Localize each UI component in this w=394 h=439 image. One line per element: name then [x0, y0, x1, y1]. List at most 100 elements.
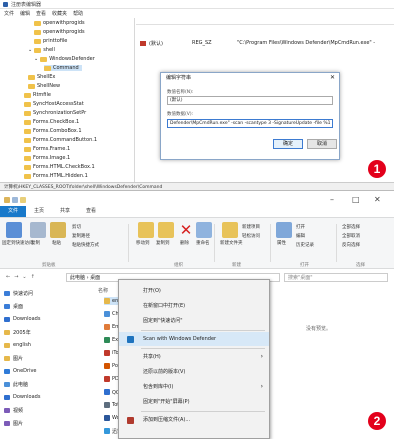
copy-path-label[interactable]: 复制路径: [72, 233, 90, 239]
nav-item[interactable]: 此电脑: [4, 380, 28, 388]
tree-item[interactable]: Forms.ComboBox.1: [24, 128, 82, 134]
tree-item[interactable]: ShellNew: [28, 83, 60, 89]
menu-edit[interactable]: 编辑: [20, 10, 30, 17]
nav-item[interactable]: Downloads: [4, 315, 40, 323]
edit-label[interactable]: 编辑: [296, 233, 305, 239]
nav-item[interactable]: 图片: [4, 419, 23, 427]
nav-item[interactable]: 图片: [4, 354, 23, 362]
tree-item[interactable]: Forms.CheckBox.1: [24, 119, 79, 125]
forward-arrow-icon[interactable]: →: [14, 274, 18, 280]
tab-home[interactable]: 主页: [26, 206, 52, 217]
tab-share[interactable]: 共享: [52, 206, 78, 217]
paste-shortcut-label[interactable]: 粘贴快捷方式: [72, 242, 99, 248]
invert-selection-label[interactable]: 反向选择: [342, 242, 360, 248]
minimize-button[interactable]: –: [330, 195, 334, 204]
context-menu-item-scan-defender[interactable]: Scan with Windows Defender: [119, 332, 269, 346]
tree-item[interactable]: Forms.CommandButton.1: [24, 137, 97, 143]
value-name-field[interactable]: (默认): [167, 96, 333, 105]
properties-icon[interactable]: [276, 222, 292, 238]
context-menu-item[interactable]: 共享(H) ›: [119, 350, 269, 364]
chevron-down-icon[interactable]: ⌄: [34, 56, 38, 62]
delete-icon[interactable]: ✕: [178, 222, 194, 238]
tree-item[interactable]: ⌄ shell: [28, 47, 55, 53]
tree-item[interactable]: ⌄ WindowsDefender: [34, 56, 95, 62]
context-menu-item[interactable]: 在新窗口中打开(E): [119, 299, 269, 313]
folder-icon: [24, 164, 31, 170]
context-menu-item[interactable]: 包含到库中(I) ›: [119, 380, 269, 394]
menu-help[interactable]: 帮助: [73, 10, 83, 17]
tree-item[interactable]: printtofile: [34, 38, 67, 44]
up-arrow-icon[interactable]: ↑: [31, 274, 35, 280]
copy-to-icon[interactable]: [158, 222, 174, 238]
nav-item[interactable]: 视频: [4, 406, 23, 414]
rename-icon[interactable]: [196, 222, 212, 238]
menu-view[interactable]: 查看: [36, 10, 46, 17]
tab-file[interactable]: 文件: [0, 206, 27, 217]
tree-item[interactable]: openwithprogids: [34, 20, 85, 26]
chevron-down-icon[interactable]: ⌄: [22, 274, 26, 280]
copy-icon[interactable]: [30, 222, 46, 238]
tree-item[interactable]: ShellEx: [28, 74, 55, 80]
tree-item[interactable]: SyncHostAccessStat: [24, 101, 84, 107]
history-label[interactable]: 历史记录: [296, 242, 314, 248]
nav-item-label: Downloads: [13, 394, 41, 400]
context-menu-item[interactable]: 还原以前的版本(V): [119, 365, 269, 379]
ok-button[interactable]: 确定: [273, 139, 303, 149]
value-data-field[interactable]: Defender\MpCmdRun.exe" -scan -scantype 3…: [167, 119, 333, 128]
tree-item[interactable]: Forms.Frame.1: [24, 146, 70, 152]
menu-favorites[interactable]: 收藏夹: [52, 10, 67, 17]
maximize-button[interactable]: □: [352, 195, 360, 204]
nav-item[interactable]: Downloads: [4, 393, 40, 401]
tree-item[interactable]: Rtmfile: [24, 92, 51, 98]
easy-access-label[interactable]: 轻松访问: [242, 233, 260, 239]
nav-item[interactable]: 快速访问: [4, 289, 33, 297]
registry-title: 注册表编辑器: [11, 1, 42, 8]
tree-item[interactable]: openwithprogids: [34, 29, 85, 35]
open-label[interactable]: 打开: [296, 224, 305, 230]
paste-icon[interactable]: [50, 222, 66, 238]
chevron-down-icon[interactable]: ⌄: [28, 47, 32, 53]
tree-item-selected[interactable]: Command: [44, 65, 82, 71]
tree-item[interactable]: Forms.HTML.CheckBox.1: [24, 164, 95, 170]
value-row[interactable]: (默认) REG_SZ "C:\Program Files\Windows De…: [140, 40, 375, 47]
context-menu-item[interactable]: 打开(O): [119, 284, 269, 298]
pin-icon[interactable]: [6, 222, 22, 238]
select-none-label[interactable]: 全部取消: [342, 233, 360, 239]
cancel-button[interactable]: 取消: [307, 139, 337, 149]
new-item-label[interactable]: 新建项目: [242, 224, 260, 230]
folder-icon: [24, 110, 31, 116]
quick-access-toolbar-icon[interactable]: [12, 196, 18, 203]
close-icon[interactable]: ✕: [330, 74, 335, 81]
file-icon: [104, 350, 110, 356]
nav-item[interactable]: OneDrive: [4, 367, 37, 375]
menu-separator: [141, 348, 265, 349]
move-to-icon[interactable]: [138, 222, 154, 238]
tree-item[interactable]: SynchronizationSetPr: [24, 110, 86, 116]
nav-item-label: 此电脑: [13, 381, 29, 388]
copy-button-label: 复制: [31, 241, 40, 246]
context-menu-item[interactable]: 固定到"开始"屏幕(P): [119, 395, 269, 409]
new-folder-icon[interactable]: [222, 222, 238, 238]
menu-file[interactable]: 文件: [4, 10, 14, 17]
nav-item[interactable]: 桌面: [4, 302, 23, 310]
select-all-label[interactable]: 全部选择: [342, 224, 360, 230]
folder-icon: [34, 47, 42, 53]
close-button[interactable]: ✕: [374, 195, 381, 204]
folder-icon: [24, 146, 31, 152]
context-menu-item[interactable]: 添加到压缩文件(A)...: [119, 413, 269, 427]
tree-item[interactable]: Forms.HTML.Hidden.1: [24, 173, 88, 179]
search-input[interactable]: 搜索"桌面": [284, 273, 388, 282]
nav-item[interactable]: english: [4, 341, 31, 349]
value-name: (默认): [149, 40, 163, 47]
cut-label[interactable]: 剪切: [72, 224, 81, 230]
back-arrow-icon[interactable]: ←: [6, 274, 10, 280]
tree-item[interactable]: Forms.Image.1: [24, 155, 70, 161]
column-header-name[interactable]: 名称: [98, 287, 108, 294]
folder-icon: [4, 355, 10, 361]
nav-item[interactable]: 2005年: [4, 328, 31, 336]
new-folder-icon[interactable]: [20, 196, 26, 203]
context-menu: 打开(O) 在新窗口中打开(E) 固定到"快速访问" Scan with Window…: [118, 279, 270, 439]
properties-label: 属性: [277, 241, 286, 246]
context-menu-item[interactable]: 固定到"快速访问": [119, 314, 269, 328]
tab-view[interactable]: 查看: [78, 206, 104, 217]
